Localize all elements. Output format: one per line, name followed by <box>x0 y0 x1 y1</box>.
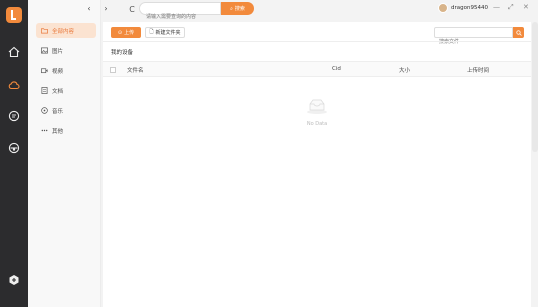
toolbar-divider <box>103 41 531 42</box>
username: dragon95440 <box>451 5 488 11</box>
category-sidebar: 全部内容 图片 视频 文档 音乐 其他 <box>28 0 101 307</box>
close-button[interactable]: ✕ <box>523 3 529 11</box>
breadcrumb[interactable]: 我的设备 <box>111 48 133 56</box>
disc-icon[interactable] <box>7 141 21 155</box>
sidebar-item-label: 文档 <box>52 88 64 95</box>
column-header-size[interactable]: 大小 <box>399 66 410 74</box>
sidebar-item-label: 其他 <box>52 128 64 135</box>
top-bar: ‹ › C ⌕ 搜索 dragon95440 — ⤢ ✕ <box>87 0 538 23</box>
sidebar-item-other[interactable]: 其他 <box>36 123 96 138</box>
file-search-button[interactable] <box>513 27 524 38</box>
forward-button[interactable]: › <box>101 3 111 13</box>
column-header-cid[interactable]: Cid <box>332 66 341 72</box>
scrollbar[interactable] <box>532 22 538 152</box>
video-icon <box>40 67 48 75</box>
chat-icon[interactable] <box>7 109 21 123</box>
empty-state: No Data <box>299 98 335 127</box>
document-icon <box>40 87 48 95</box>
sidebar-item-all[interactable]: 全部内容 <box>36 23 96 38</box>
search-button-label: 搜索 <box>234 6 245 12</box>
global-search <box>139 2 221 23</box>
file-search <box>434 27 513 47</box>
new-folder-icon: 🗋 <box>149 28 154 35</box>
sidebar-item-label: 图片 <box>52 48 64 55</box>
search-icon: ⌕ <box>230 5 233 12</box>
folder-icon <box>40 27 48 35</box>
image-icon <box>40 47 48 55</box>
file-search-input[interactable] <box>435 37 512 47</box>
column-header-filename[interactable]: 文件名 <box>127 66 144 74</box>
sidebar-item-label: 视频 <box>52 68 64 75</box>
upload-icon: ⊙ <box>117 29 123 36</box>
search-button[interactable]: ⌕ 搜索 <box>221 2 254 15</box>
avatar <box>438 3 448 13</box>
new-folder-label: 新建文件夹 <box>155 30 181 36</box>
home-icon[interactable] <box>7 45 21 59</box>
search-icon <box>515 29 522 36</box>
shield-icon[interactable] <box>7 273 21 287</box>
more-icon <box>40 127 48 135</box>
refresh-button[interactable]: C <box>126 3 138 15</box>
table-header: 文件名 Cid 大小 上传时间 <box>103 61 531 77</box>
new-folder-button[interactable]: 🗋 新建文件夹 <box>145 27 185 38</box>
user-profile[interactable]: dragon95440 <box>438 3 488 13</box>
sidebar-item-images[interactable]: 图片 <box>36 43 96 58</box>
file-panel: ⊙ 上传 🗋 新建文件夹 我的设备 文件名 Cid 大小 上传时间 No Dat… <box>103 22 531 307</box>
back-button[interactable]: ‹ <box>84 3 94 13</box>
upload-button-label: 上传 <box>124 30 135 36</box>
select-all-checkbox[interactable] <box>110 67 116 73</box>
restore-button[interactable]: ⤢ <box>508 3 514 12</box>
music-icon <box>40 107 48 115</box>
sidebar-item-videos[interactable]: 视频 <box>36 63 96 78</box>
global-search-input[interactable] <box>140 11 220 23</box>
app-rail <box>0 0 28 307</box>
cloud-icon[interactable] <box>7 78 21 92</box>
sidebar-item-documents[interactable]: 文档 <box>36 83 96 98</box>
sidebar-item-music[interactable]: 音乐 <box>36 103 96 118</box>
column-header-upload-time[interactable]: 上传时间 <box>467 66 489 74</box>
minimize-button[interactable]: — <box>493 3 500 11</box>
empty-box-icon <box>307 99 327 114</box>
sidebar-item-label: 全部内容 <box>52 28 75 35</box>
app-logo <box>6 7 22 23</box>
sidebar-item-label: 音乐 <box>52 108 64 115</box>
upload-button[interactable]: ⊙ 上传 <box>111 27 141 38</box>
empty-state-text: No Data <box>306 121 328 127</box>
